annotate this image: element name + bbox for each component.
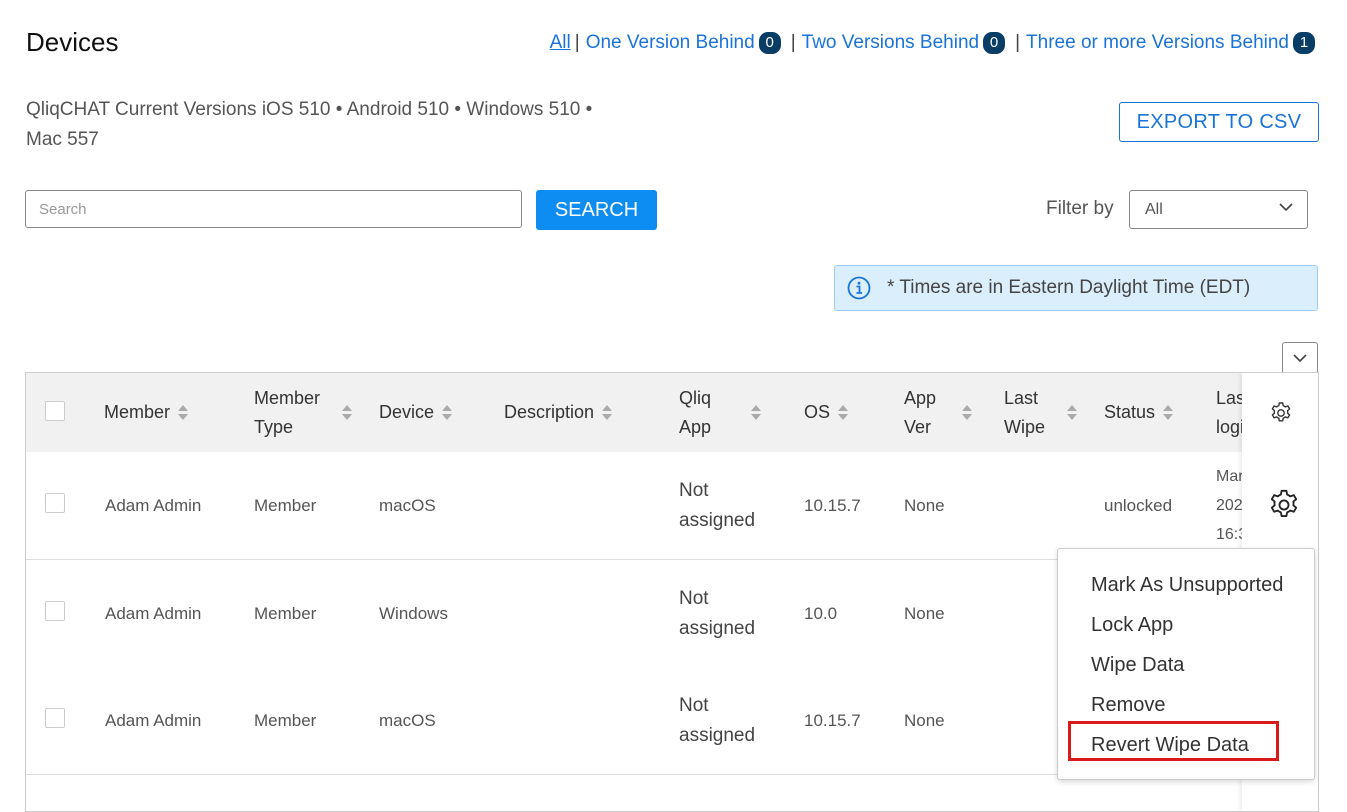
cell-device: macOS: [379, 710, 436, 730]
filter-select[interactable]: All: [1129, 190, 1308, 229]
sort-icon[interactable]: [342, 404, 353, 421]
separator: |: [790, 32, 796, 53]
row-checkbox[interactable]: [45, 708, 65, 728]
current-versions-text: QliqCHAT Current Versions iOS 510 • Andr…: [26, 95, 656, 155]
column-header-os[interactable]: OS: [804, 373, 849, 452]
filter-three-or-more-versions-behind-link[interactable]: Three or more Versions Behind: [1026, 32, 1289, 54]
column-header-app-ver[interactable]: App Ver: [904, 373, 973, 452]
highlight-box: [1068, 721, 1279, 761]
page-title: Devices: [26, 27, 119, 57]
version-filter-bar: All | One Version Behind 0 | Two Version…: [550, 32, 1315, 54]
menu-item-wipe-data[interactable]: Wipe Data: [1091, 654, 1184, 677]
cell-member: Adam Admin: [105, 603, 202, 623]
cell-app-ver: None: [904, 710, 945, 730]
column-header-member[interactable]: Member: [104, 373, 189, 452]
count-badge: 0: [983, 32, 1006, 54]
sort-icon[interactable]: [962, 404, 973, 421]
table-row[interactable]: Adam Admin Member macOS Not assigned 10.1…: [26, 452, 1318, 560]
cell-app-ver: None: [904, 495, 945, 515]
column-header-status[interactable]: Status: [1104, 373, 1174, 452]
row-checkbox[interactable]: [45, 601, 65, 621]
menu-item-lock-app[interactable]: Lock App: [1091, 614, 1173, 637]
gear-icon[interactable]: [1267, 488, 1301, 522]
menu-item-mark-as-unsupported[interactable]: Mark As Unsupported: [1091, 574, 1283, 597]
cell-os: 10.15.7: [804, 495, 861, 515]
row-checkbox[interactable]: [45, 493, 65, 513]
gear-icon[interactable]: [1269, 401, 1293, 425]
count-badge: 1: [1293, 32, 1315, 54]
sort-icon[interactable]: [178, 404, 189, 421]
versions-line: QliqCHAT Current Versions iOS 510 • Andr…: [26, 99, 593, 120]
separator: |: [574, 32, 580, 53]
cell-member-type: Member: [254, 710, 317, 730]
cell-member: Adam Admin: [105, 710, 202, 730]
column-header-device[interactable]: Device: [379, 373, 453, 452]
cell-member-type: Member: [254, 603, 317, 623]
column-header-last-wipe[interactable]: Last Wipe: [1004, 373, 1078, 452]
timezone-text: * Times are in Eastern Daylight Time (ED…: [887, 277, 1251, 298]
column-header-qliq-app[interactable]: Qliq App: [679, 373, 762, 452]
filter-label: Filter by: [1046, 198, 1114, 219]
export-csv-button[interactable]: EXPORT TO CSV: [1119, 102, 1319, 142]
search-input[interactable]: [25, 190, 522, 228]
separator: |: [1015, 32, 1021, 53]
column-header-last-login[interactable]: Las logi: [1216, 373, 1245, 452]
sort-icon[interactable]: [1163, 404, 1174, 421]
cell-qliq-app: Not assigned: [679, 694, 756, 746]
menu-item-remove[interactable]: Remove: [1091, 694, 1165, 717]
cell-os: 10.15.7: [804, 710, 861, 730]
timezone-banner: * Times are in Eastern Daylight Time (ED…: [834, 265, 1318, 311]
cell-device: macOS: [379, 495, 436, 515]
column-header-member-type[interactable]: Member Type: [254, 373, 353, 452]
versions-line: Mac 557: [26, 129, 99, 150]
chevron-down-icon: [1293, 353, 1307, 362]
filter-value: All: [1145, 201, 1163, 218]
column-toggle-button[interactable]: [1282, 342, 1318, 374]
sort-icon[interactable]: [1067, 404, 1078, 421]
filter-two-versions-behind-link[interactable]: Two Versions Behind: [802, 32, 979, 54]
cell-app-ver: None: [904, 603, 945, 623]
info-icon: [847, 276, 871, 300]
table-header: Member Member Type Device Description Qli…: [26, 373, 1318, 453]
sort-icon[interactable]: [442, 404, 453, 421]
sort-icon[interactable]: [751, 404, 762, 421]
sort-icon[interactable]: [838, 404, 849, 421]
cell-qliq-app: Not assigned: [679, 587, 756, 639]
sort-icon[interactable]: [602, 404, 613, 421]
cell-status: unlocked: [1104, 495, 1173, 515]
cell-os: 10.0: [804, 603, 838, 623]
count-badge: 0: [758, 32, 781, 54]
filter-all-link[interactable]: All: [550, 32, 571, 54]
column-header-description[interactable]: Description: [504, 373, 613, 452]
cell-device: Windows: [379, 603, 448, 623]
cell-member-type: Member: [254, 495, 317, 515]
filter-one-version-behind-link[interactable]: One Version Behind: [586, 32, 755, 54]
search-button[interactable]: SEARCH: [536, 190, 657, 230]
cell-qliq-app: Not assigned: [679, 479, 756, 531]
cell-member: Adam Admin: [105, 495, 202, 515]
select-all-checkbox[interactable]: [45, 401, 65, 421]
chevron-down-icon: [1279, 203, 1293, 212]
